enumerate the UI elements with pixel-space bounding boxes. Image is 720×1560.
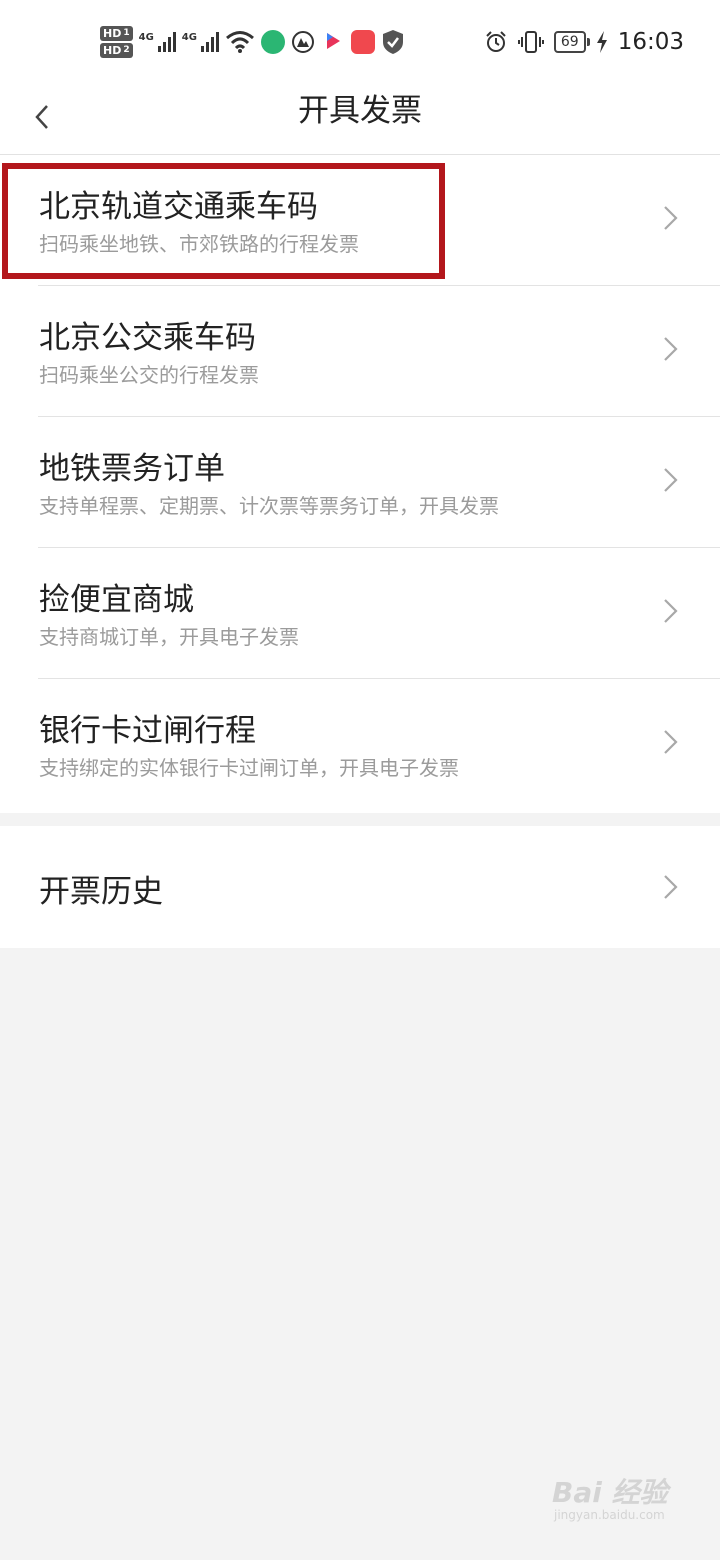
app-notification-shop-icon [350,30,375,54]
list-item-bus-code[interactable]: 北京公交乘车码 扫码乘坐公交的行程发票 [0,286,720,417]
hd2-badge: HD 2 [100,43,133,58]
hd-indicators: HD 1 HD 2 [100,26,133,58]
list-item-invoice-history[interactable]: 开票历史 [0,826,720,957]
charging-bolt-icon [596,31,607,53]
chevron-right-icon [664,599,678,623]
vibrate-icon [517,31,544,53]
baidu-jingyan-watermark: Bai 经验 jingyan.baidu.com [552,1476,668,1523]
page-title: 开具发票 [298,93,422,129]
wifi-icon [225,31,254,53]
list-item-subtitle: 支持单程票、定期票、计次票等票务订单，开具发票 [39,494,499,518]
watermark-logo-text: Bai 经验 [552,1476,668,1509]
navigation-header: 开具发票 [0,80,720,155]
list-item-title: 北京轨道交通乘车码 [39,189,318,225]
status-left-icons: HD 1 HD 2 4G 4G [100,20,405,64]
chevron-right-icon [664,468,678,492]
list-item-title: 银行卡过闸行程 [39,713,256,749]
status-right-icons: 69 16:03 [484,22,684,62]
list-item-subtitle: 支持商城订单，开具电子发票 [39,625,299,649]
invoice-history-section: 开票历史 [0,826,720,948]
chevron-right-icon [664,730,678,754]
status-bar: HD 1 HD 2 4G 4G 69 16:03 [0,0,720,80]
chevron-right-icon [664,337,678,361]
app-notification-globe-icon [260,30,285,54]
status-time: 16:03 [617,29,684,55]
list-item-metro-ticket-orders[interactable]: 地铁票务订单 支持单程票、定期票、计次票等票务订单，开具发票 [0,417,720,548]
signal-2-icon: 4G [182,32,219,52]
list-item-rail-transit-code[interactable]: 北京轨道交通乘车码 扫码乘坐地铁、市郊铁路的行程发票 [0,155,720,286]
shield-icon [382,30,403,54]
app-notification-play-icon [326,33,340,49]
chevron-right-icon [664,875,678,899]
list-item-bargain-mall[interactable]: 捡便宜商城 支持商城订单，开具电子发票 [0,548,720,679]
list-item-title: 北京公交乘车码 [39,320,256,356]
signal-1-icon: 4G [139,32,176,52]
watermark-url: jingyan.baidu.com [554,1508,665,1522]
alarm-icon [486,31,506,52]
list-item-title: 地铁票务订单 [39,451,225,487]
list-item-subtitle: 支持绑定的实体银行卡过闸订单，开具电子发票 [39,756,459,780]
list-item-subtitle: 扫码乘坐公交的行程发票 [39,363,259,387]
invoice-source-list: 北京轨道交通乘车码 扫码乘坐地铁、市郊铁路的行程发票 北京公交乘车码 扫码乘坐公… [0,155,720,813]
list-item-bank-card-trips[interactable]: 银行卡过闸行程 支持绑定的实体银行卡过闸订单，开具电子发票 [0,679,720,810]
app-notification-triangle-icon [291,31,314,53]
list-item-title: 开票历史 [39,874,163,910]
chevron-right-icon [664,206,678,230]
battery-indicator: 69 [553,31,590,53]
hd1-badge: HD 1 [100,26,133,41]
list-item-title: 捡便宜商城 [39,582,194,618]
list-item-subtitle: 扫码乘坐地铁、市郊铁路的行程发票 [39,232,359,256]
